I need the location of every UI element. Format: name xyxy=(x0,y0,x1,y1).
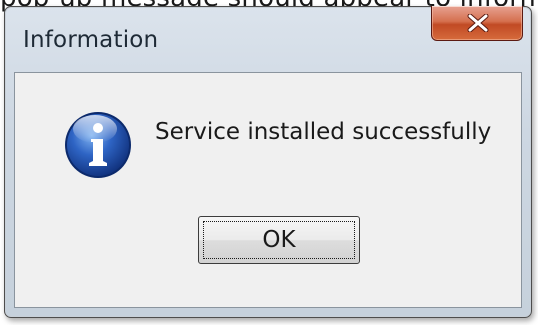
dialog-message: Service installed successfully xyxy=(155,119,492,145)
ok-button[interactable]: OK xyxy=(198,216,360,264)
dialog-client-area: Service installed successfully OK xyxy=(14,72,522,308)
close-icon xyxy=(467,14,489,32)
information-icon xyxy=(65,112,131,178)
information-dialog: Information Service installed successful… xyxy=(4,6,532,318)
title-bar[interactable]: Information xyxy=(5,6,531,79)
dialog-title: Information xyxy=(23,27,159,53)
ok-button-label: OK xyxy=(262,227,296,253)
close-button[interactable] xyxy=(431,6,523,41)
